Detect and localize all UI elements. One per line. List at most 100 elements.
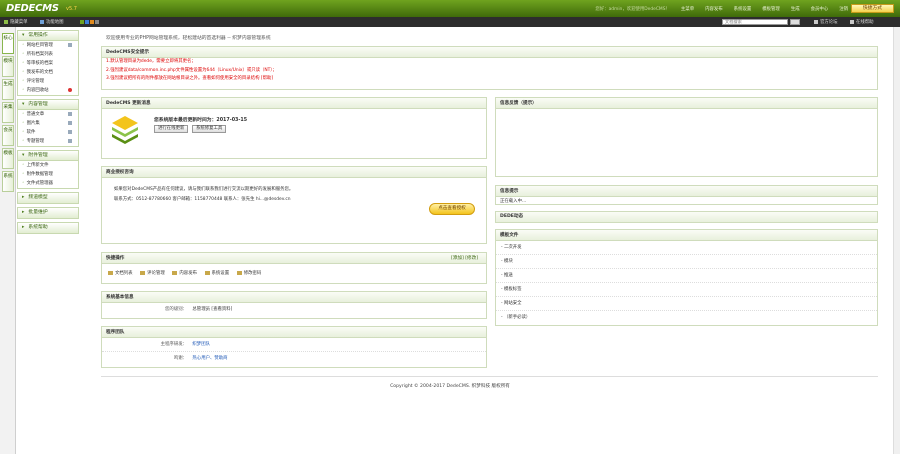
key-icon [236,270,242,275]
sidebar-item-label: 上传新文件 [26,163,49,168]
hide-menu-icon [4,20,8,24]
panel-title: 系统基本信息 [102,292,486,303]
quick-shortcut-button[interactable]: 快捷方式 [851,4,894,13]
online-help-link[interactable]: 在线帮助 [850,19,874,25]
doc-link[interactable]: - 二次开发 [496,241,877,255]
logo: DEDECMS [6,3,59,14]
shortcut-password[interactable]: 修改密码 [236,270,261,276]
nav-content-publish[interactable]: 内容发布 [705,6,723,12]
shortcut-doc-list[interactable]: 文档列表 [108,270,133,276]
nav-template-manage[interactable]: 模板管理 [762,6,780,12]
update-message: 您系统版本最后更新时间为：2017-03-15 [154,118,248,123]
sidebar-item-article[interactable]: ◦ 普通文章 [18,110,78,119]
theme-orange[interactable] [90,20,94,24]
search-input[interactable]: 文档搜索 [722,19,788,25]
map-icon [40,20,44,24]
doc-link[interactable]: - 推送 [496,269,877,283]
sidebar-item-label: 网站栏目管理 [26,43,53,48]
shortcut-label: 评论管理 [147,271,165,276]
sidebar-item-label: 软件 [26,130,36,135]
tab-core[interactable]: 核心 [2,33,14,54]
tab-member[interactable]: 会员 [2,125,14,146]
nav-member-center[interactable]: 会员中心 [811,6,829,12]
add-icon[interactable] [68,130,72,134]
theme-blue[interactable] [85,20,89,24]
shortcut-comments[interactable]: 评论管理 [140,270,165,276]
team-row-thanks: 鸣谢： 热心用户、赞助商 [102,352,486,366]
security-line-3[interactable]: 3.强烈建议把所有的附件都放在网站根目录之外。查看如何使用安全的目录结构 [帮助… [102,75,877,83]
module-tab-strip: 核心 模块 生成 采集 会员 模板 系统 [0,27,16,454]
nav-logout[interactable]: 注销 [839,6,848,12]
panel-title-text: 快捷操作 [106,256,125,261]
sidebar-item-all-docs[interactable]: ◦ 所有档案列表 [18,50,78,59]
menu-group-header[interactable]: ▸ 批量维护 [18,208,78,218]
menu-group-header[interactable]: ▾ 附件管理 [18,151,78,161]
welcome-message: 欢迎使用专业的PHP网站管理系统，轻松建站的首选利器 -- 织梦内容管理系统 [106,36,271,41]
doc-link[interactable]: - （新手必读） [496,311,877,325]
panel-title: 快捷操作 [添加] [修改] [102,253,486,264]
shortcut-list: 文档列表 评论管理 内容发布 系统设置 修改密码 [102,264,486,282]
sidebar-item-images[interactable]: ◦ 图片集 [18,119,78,128]
panel-title: 信息提示 [496,186,877,197]
security-line-1: 1.默认管理目录为dede，需要立即将其更名； [106,59,196,64]
doc-link[interactable]: - 模板标签 [496,283,877,297]
tab-generate[interactable]: 生成 [2,79,14,100]
user-level-value[interactable]: 总管理员 [查看资料] [192,307,232,312]
hide-menu-button[interactable]: 隐藏菜单 [4,19,28,25]
repair-tool-button[interactable]: 系统修复工具 [191,125,227,133]
team-row-dev: 主程序研发： 织梦团队 [102,338,486,352]
official-forum-link[interactable]: 官方论坛 [814,19,838,25]
sidebar-item-pending-docs[interactable]: ◦ 等审核的档案 [18,59,78,68]
nav-main-menu[interactable]: 主菜单 [681,6,694,12]
search-button[interactable] [790,19,800,25]
tab-module[interactable]: 模块 [2,56,14,77]
theme-color-switcher[interactable] [80,19,100,25]
sidebar-item-channel-manage[interactable]: ◦ 网站栏目管理 [18,41,78,50]
add-icon[interactable] [68,112,72,116]
menu-group-header[interactable]: ▾ 内容管理 [18,100,78,110]
menu-group-header[interactable]: ▸ 系统帮助 [18,223,78,233]
tab-collect[interactable]: 采集 [2,102,14,123]
business-license-panel: 商业授权咨询 如果您对DedeCMS产品有任何建议，请与我们联系我们进行交流以期… [101,166,487,244]
sidebar-item-upload[interactable]: ◦ 上传新文件 [18,161,78,170]
news-panel: 信息提示 正在载入中... [495,185,878,205]
online-update-button[interactable]: 进行在线更新 [154,125,189,133]
team-dev-value[interactable]: 织梦团队 [192,342,210,347]
view-license-button[interactable]: 点击查看授权 [429,203,475,215]
sidebar-item-label: 普通文章 [26,112,45,117]
vertical-scrollbar[interactable] [893,27,900,454]
sidebar-item-my-docs[interactable]: ◦ 我发布的文档 [18,68,78,77]
doc-link[interactable]: - 网站安全 [496,297,877,311]
sidebar-item-comments[interactable]: ◦ 评论管理 [18,77,78,86]
sidebar-item-file-manager[interactable]: ◦ 文件式管理器 [18,179,78,188]
sidebar-item-topics[interactable]: ◦ 专题管理 [18,137,78,146]
help-icon [850,20,854,24]
tab-system[interactable]: 系统 [2,171,14,192]
doc-link[interactable]: - 模块 [496,255,877,269]
menu-group-header[interactable]: ▾ 常用操作 [18,31,78,41]
shortcut-settings[interactable]: 系统设置 [204,270,229,276]
edit-icon[interactable] [68,43,72,47]
function-map-label: 功能地图 [46,20,64,25]
menu-group-title: 内容管理 [28,102,48,107]
tab-template[interactable]: 模板 [2,148,14,169]
shortcut-publish[interactable]: 内容发布 [172,270,197,276]
add-icon[interactable] [68,121,72,125]
team-thanks-label: 鸣谢： [173,356,187,361]
doc-list-icon [108,270,113,275]
nav-generate[interactable]: 生成 [791,6,800,12]
add-icon[interactable] [68,139,72,143]
function-map-button[interactable]: 功能地图 [40,19,64,25]
shortcut-edit-links[interactable]: [添加] [修改] [451,253,478,264]
sidebar-item-attachment-data[interactable]: ◦ 附件数据管理 [18,170,78,179]
theme-green[interactable] [80,20,84,24]
theme-gray[interactable] [95,20,99,24]
menu-group-attachments: ▾ 附件管理 ◦ 上传新文件 ◦ 附件数据管理 ◦ 文件式管理器 [17,150,79,189]
sidebar-item-recycle-bin[interactable]: ◦ 内容回收站 [18,86,78,95]
sidebar-item-software[interactable]: ◦ 软件 [18,128,78,137]
update-panel: DedeCMS 更新消息 您系统版本最后更新时间为：2017-03-15 进行在… [101,97,487,159]
menu-group-header[interactable]: ▸ 频道模型 [18,193,78,203]
team-thanks-value[interactable]: 热心用户、赞助商 [192,356,227,361]
footer-divider [101,376,878,377]
nav-system-settings[interactable]: 系统设置 [734,6,752,12]
